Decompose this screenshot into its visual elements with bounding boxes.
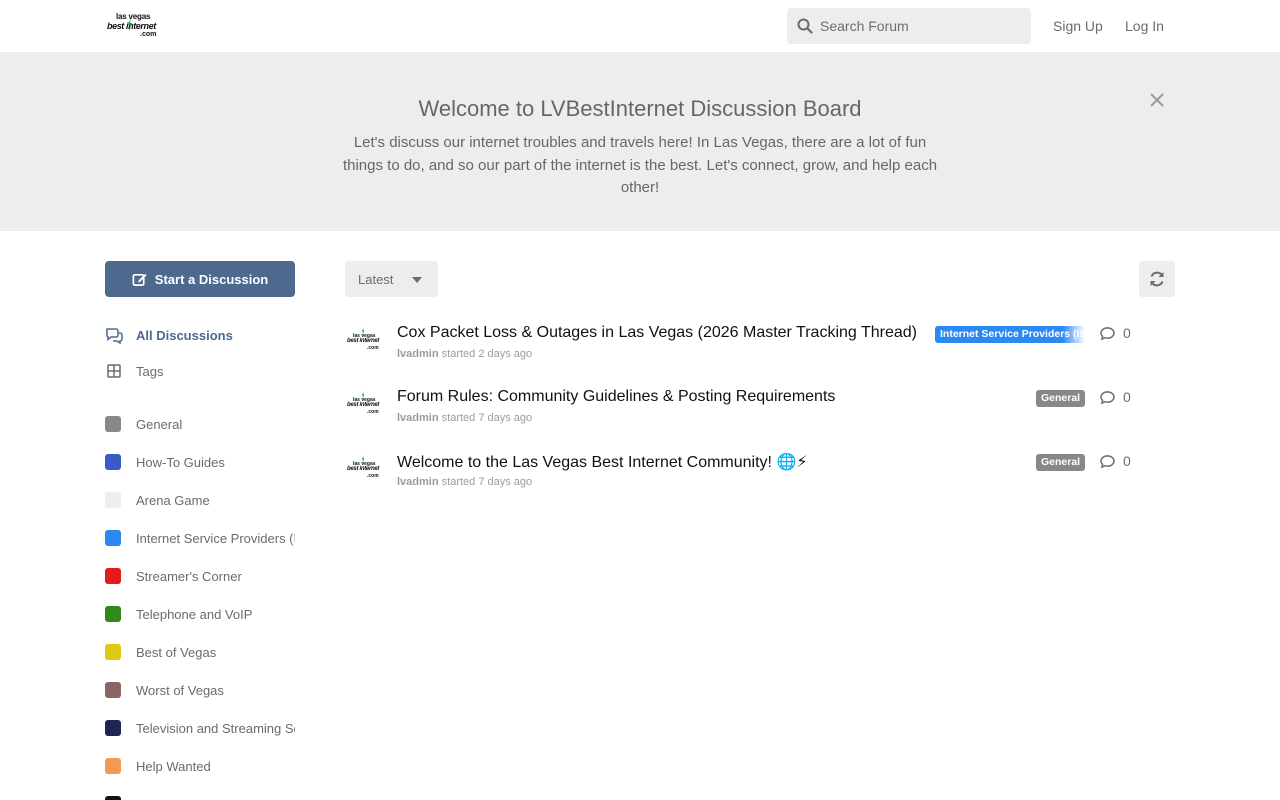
discussion-started: started 7 days ago — [441, 476, 533, 488]
sidebar-tag-label: Best of Vegas — [136, 644, 217, 660]
sidebar-tag-item[interactable]: Television and Streaming Services — [105, 718, 295, 738]
avatar[interactable]: las vegas best internet .com — [345, 327, 381, 357]
caret-down-icon — [412, 277, 422, 283]
lightning-bolt-icon — [361, 391, 365, 400]
search-box[interactable] — [787, 8, 1031, 44]
comment-icon — [1100, 326, 1115, 340]
sidebar-tag-item[interactable]: Best of Vegas — [105, 642, 295, 662]
sidebar-tag-item[interactable]: Telephone and VoIP — [105, 604, 295, 624]
tag-color-swatch — [105, 454, 121, 470]
lightning-bolt-icon — [361, 327, 365, 336]
discussion-title[interactable]: Welcome to the Las Vegas Best Internet C… — [397, 452, 808, 472]
avatar-logo-line-3: .com — [367, 409, 379, 415]
reply-count: 0 — [1100, 453, 1131, 469]
comment-icon — [1100, 390, 1115, 404]
avatar-logo-line-2: best internet — [347, 402, 380, 408]
tag-color-swatch — [105, 758, 121, 774]
discussion-meta: lvadmin started 2 days ago — [397, 348, 532, 360]
reply-count-value: 0 — [1123, 325, 1131, 341]
site-header: las vegas best internet .com Sign Up Log… — [0, 0, 1280, 52]
sidebar-tag-label: Arena Game — [136, 492, 210, 508]
sidebar-tag-item[interactable]: Help Wanted — [105, 756, 295, 776]
sort-label: Latest — [358, 271, 394, 287]
sidebar-tag-item[interactable]: Internet Service Providers (ISPs) — [105, 528, 295, 548]
tag-color-swatch — [105, 796, 121, 800]
welcome-hero: Welcome to LVBestInternet Discussion Boa… — [0, 52, 1280, 231]
discussion-meta: lvadmin started 7 days ago — [397, 476, 532, 488]
tag-color-swatch — [105, 530, 121, 546]
sidebar-tag-item[interactable] — [105, 794, 295, 800]
refresh-icon — [1150, 271, 1164, 287]
avatar-logo-line-3: .com — [367, 345, 379, 351]
lightning-bolt-icon — [128, 18, 132, 32]
sidebar-item-all-discussions[interactable]: All Discussions — [105, 325, 295, 345]
comment-icon — [1100, 454, 1115, 468]
tag-color-swatch — [105, 720, 121, 736]
tag-color-swatch — [105, 644, 121, 660]
tag-color-swatch — [105, 606, 121, 622]
sidebar-tag-item[interactable]: How-To Guides — [105, 452, 295, 472]
tag-color-swatch — [105, 416, 121, 432]
discussion-meta: lvadmin started 7 days ago — [397, 412, 532, 424]
discussion-row[interactable]: las vegas best internet .com Welcome to the… — [345, 452, 1135, 502]
sidebar-tag-label: Help Wanted — [136, 758, 211, 774]
sort-dropdown[interactable]: Latest — [345, 261, 438, 297]
discussion-started: started 2 days ago — [441, 348, 533, 360]
reply-count-value: 0 — [1123, 389, 1131, 405]
sign-up-link[interactable]: Sign Up — [1053, 18, 1103, 34]
hero-title: Welcome to LVBestInternet Discussion Boa… — [418, 96, 862, 121]
avatar-logo-line-2: best internet — [347, 338, 380, 344]
sidebar-tag-item[interactable]: Worst of Vegas — [105, 680, 295, 700]
discussions-icon — [105, 326, 123, 344]
discussion-row[interactable]: las vegas best internet .com Forum Rules: C… — [345, 388, 1135, 438]
sidebar-tag-label: Worst of Vegas — [136, 682, 224, 698]
refresh-button[interactable] — [1139, 261, 1175, 297]
avatar[interactable]: las vegas best internet .com — [345, 391, 381, 421]
reply-count: 0 — [1100, 389, 1131, 405]
sidebar-tag-label: General — [136, 416, 183, 432]
sidebar-tag-label: How-To Guides — [136, 454, 225, 470]
logo-line-3: .com — [140, 31, 157, 38]
avatar[interactable]: las vegas best internet .com — [345, 455, 381, 485]
tag-badge[interactable]: Internet Service Providers (ISPs) — [935, 326, 1085, 343]
sidebar-tag-label: Television and Streaming Services — [136, 720, 295, 736]
reply-count-value: 0 — [1123, 453, 1131, 469]
discussion-author[interactable]: lvadmin — [397, 476, 439, 488]
tag-color-swatch — [105, 568, 121, 584]
avatar-logo-line-2: best internet — [347, 466, 380, 472]
lightning-bolt-icon — [361, 455, 365, 464]
start-discussion-label: Start a Discussion — [154, 271, 269, 287]
discussion-title[interactable]: Cox Packet Loss & Outages in Las Vegas (… — [397, 324, 917, 342]
sidebar-tag-item[interactable]: Streamer's Corner — [105, 566, 295, 586]
tag-color-swatch — [105, 682, 121, 698]
tags-grid-icon — [105, 362, 123, 380]
sidebar-item-tags[interactable]: Tags — [105, 361, 295, 381]
discussion-started: started 7 days ago — [441, 412, 533, 424]
avatar-logo-line-3: .com — [367, 473, 379, 479]
tag-color-swatch — [105, 492, 121, 508]
tag-badge[interactable]: General — [1036, 390, 1086, 407]
sidebar-item-label: Tags — [136, 363, 164, 379]
tag-badge[interactable]: General — [1036, 454, 1086, 471]
sidebar-tag-label: Telephone and VoIP — [136, 606, 253, 622]
sidebar-tag-item[interactable]: General — [105, 414, 295, 434]
discussion-author[interactable]: lvadmin — [397, 348, 439, 360]
discussion-author[interactable]: lvadmin — [397, 412, 439, 424]
edit-icon — [132, 273, 147, 286]
sidebar-tag-label: Internet Service Providers (ISPs) — [136, 530, 295, 546]
sidebar-tag-item[interactable]: Arena Game — [105, 490, 295, 510]
log-in-link[interactable]: Log In — [1125, 18, 1164, 34]
site-logo[interactable]: las vegas best internet .com — [105, 12, 161, 40]
reply-count: 0 — [1100, 325, 1131, 341]
logo-line-1: las vegas — [116, 12, 151, 21]
close-icon[interactable] — [1148, 91, 1166, 109]
hero-description: Let's discuss our internet troubles and … — [342, 134, 938, 196]
sidebar-item-label: All Discussions — [136, 327, 233, 343]
sidebar-tag-label: Streamer's Corner — [136, 568, 242, 584]
discussion-row[interactable]: las vegas best internet .com Cox Packet Los… — [345, 324, 1135, 374]
search-icon — [797, 18, 813, 34]
start-discussion-button[interactable]: Start a Discussion — [105, 261, 295, 297]
search-input[interactable] — [820, 8, 1025, 44]
discussion-title[interactable]: Forum Rules: Community Guidelines & Post… — [397, 388, 835, 406]
